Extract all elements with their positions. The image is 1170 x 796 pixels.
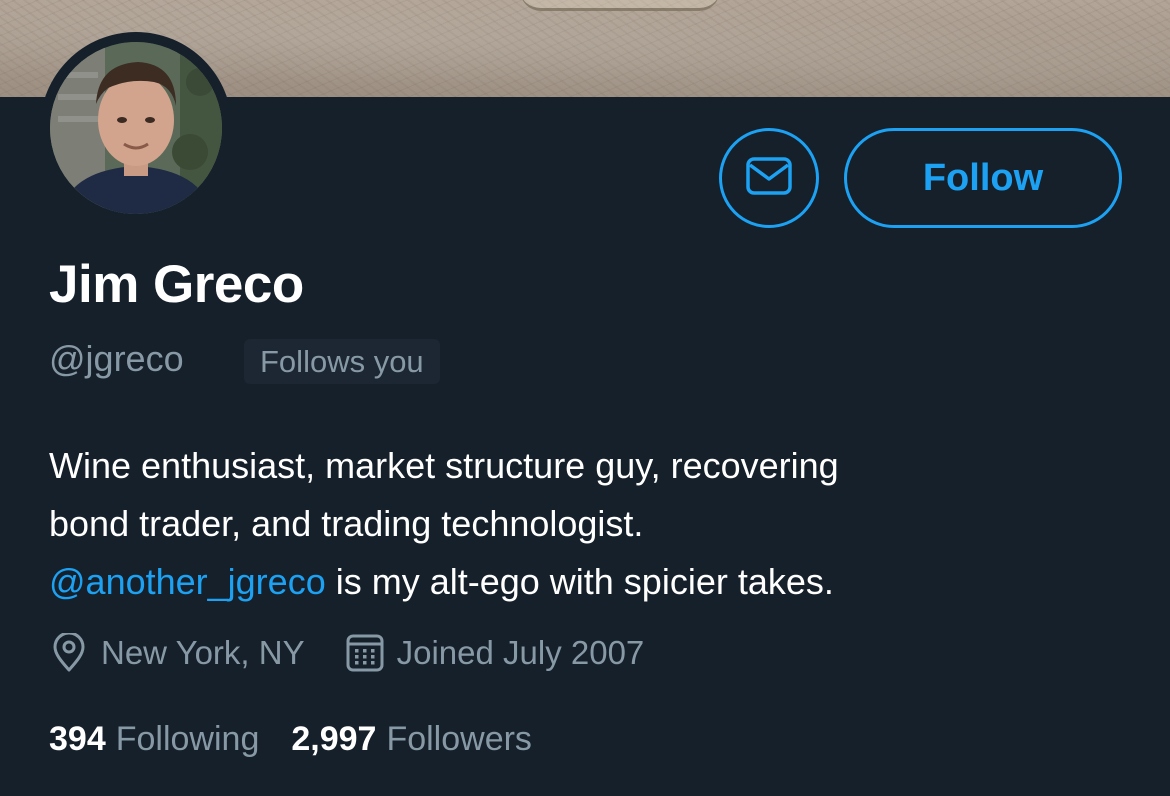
following-label: Following xyxy=(115,719,260,758)
calendar-icon xyxy=(345,633,385,673)
following-count: 394 xyxy=(49,719,106,758)
message-button[interactable] xyxy=(719,128,819,228)
avatar[interactable] xyxy=(40,32,232,224)
joined-item: Joined July 2007 xyxy=(345,633,645,673)
profile-name: Jim Greco xyxy=(49,255,304,314)
following-link[interactable]: 394 Following xyxy=(49,720,259,759)
followers-link[interactable]: 2,997 Followers xyxy=(291,720,532,759)
bio-text: is my alt-ego with spicier takes. xyxy=(325,561,834,602)
bio-mention-link[interactable]: @another_jgreco xyxy=(49,561,326,602)
profile-page: Follow Jim Greco @jgreco Follows you Win… xyxy=(0,0,1170,796)
banner-detail xyxy=(520,0,720,11)
follow-button[interactable]: Follow xyxy=(844,128,1122,228)
profile-handle: @jgreco xyxy=(49,338,184,379)
bio-line: bond trader, and trading technologist. xyxy=(49,503,644,544)
follows-you-badge: Follows you xyxy=(244,339,440,384)
profile-stats: 394 Following 2,997 Followers xyxy=(49,716,564,762)
profile-bio: Wine enthusiast, market structure guy, r… xyxy=(49,437,1129,611)
followers-count: 2,997 xyxy=(291,719,377,758)
followers-label: Followers xyxy=(386,719,532,758)
avatar-photo xyxy=(50,42,222,214)
bio-line: @another_jgreco is my alt-ego with spici… xyxy=(49,553,1129,611)
bio-line: Wine enthusiast, market structure guy, r… xyxy=(49,445,839,486)
envelope-icon xyxy=(746,156,792,200)
location-pin-icon xyxy=(49,633,89,673)
joined-text: Joined July 2007 xyxy=(396,634,645,671)
location-text: New York, NY xyxy=(101,634,305,671)
location-item: New York, NY xyxy=(49,633,305,673)
profile-meta: New York, NY Joined July 2007 xyxy=(49,630,684,676)
